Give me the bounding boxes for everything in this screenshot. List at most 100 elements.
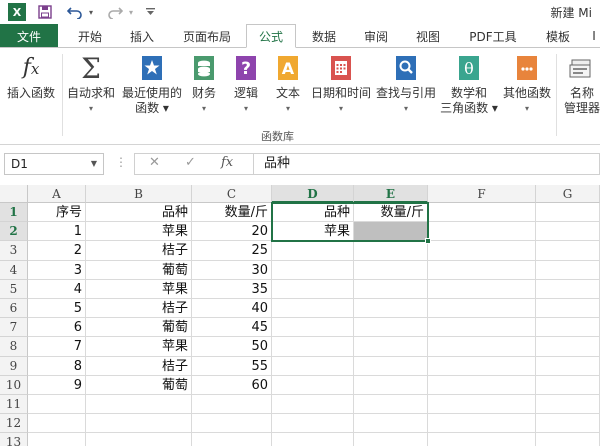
tab-overflow[interactable]: I: [588, 24, 600, 48]
cell-d6[interactable]: [272, 299, 354, 319]
tab-formulas[interactable]: 公式: [246, 24, 296, 48]
cell-e5[interactable]: [354, 279, 428, 299]
cell-c2[interactable]: 20: [192, 222, 272, 242]
cell-f6[interactable]: [428, 299, 536, 319]
column-header-f[interactable]: F: [428, 185, 536, 203]
cell-e4[interactable]: [354, 260, 428, 280]
insert-function-icon[interactable]: fx: [221, 155, 233, 170]
cell-b12[interactable]: [86, 414, 192, 434]
cell-c5[interactable]: 35: [192, 279, 272, 299]
cell-c11[interactable]: [192, 395, 272, 415]
row-header-3[interactable]: 3: [0, 241, 28, 261]
cancel-icon[interactable]: ✕: [149, 155, 160, 170]
tab-file[interactable]: 文件: [0, 24, 58, 48]
cell-c12[interactable]: [192, 414, 272, 434]
cell-f3[interactable]: [428, 241, 536, 261]
cell-g1[interactable]: [536, 203, 600, 223]
cell-b13[interactable]: [86, 433, 192, 446]
cell-b6[interactable]: 桔子: [86, 299, 192, 319]
cell-a2[interactable]: 1: [28, 222, 86, 242]
cell-g10[interactable]: [536, 375, 600, 395]
cell-f10[interactable]: [428, 375, 536, 395]
cell-g2[interactable]: [536, 222, 600, 242]
cell-d11[interactable]: [272, 395, 354, 415]
date-time-button[interactable]: 日期和时间 ▾: [310, 54, 372, 116]
cell-e1[interactable]: 数量/斤: [354, 203, 428, 223]
cell-f13[interactable]: [428, 433, 536, 446]
cell-b2[interactable]: 苹果: [86, 222, 192, 242]
name-box[interactable]: D1 ▼: [4, 153, 104, 175]
cell-f2[interactable]: [428, 222, 536, 242]
cell-b9[interactable]: 桔子: [86, 356, 192, 376]
cell-d5[interactable]: [272, 279, 354, 299]
enter-icon[interactable]: ✓: [185, 155, 196, 170]
cell-e12[interactable]: [354, 414, 428, 434]
name-box-dropdown-icon[interactable]: ▼: [91, 154, 97, 174]
row-header-6[interactable]: 6: [0, 299, 28, 319]
tab-insert[interactable]: 插入: [120, 24, 164, 48]
recently-used-button[interactable]: 最近使用的 函数 ▾: [120, 54, 184, 116]
row-header-9[interactable]: 9: [0, 356, 28, 376]
tab-view[interactable]: 视图: [406, 24, 450, 48]
cell-e2[interactable]: [354, 222, 428, 242]
lookup-reference-button[interactable]: 查找与引用 ▾: [374, 54, 438, 116]
cell-c7[interactable]: 45: [192, 318, 272, 338]
cell-g13[interactable]: [536, 433, 600, 446]
cell-a6[interactable]: 5: [28, 299, 86, 319]
cell-b7[interactable]: 葡萄: [86, 318, 192, 338]
fill-handle[interactable]: [425, 238, 431, 245]
row-header-2[interactable]: 2: [0, 222, 28, 242]
cell-a4[interactable]: 3: [28, 260, 86, 280]
text-button[interactable]: A 文本 ▾: [270, 54, 306, 116]
insert-function-button[interactable]: fx 插入函数: [4, 54, 58, 101]
cell-a3[interactable]: 2: [28, 241, 86, 261]
cell-b11[interactable]: [86, 395, 192, 415]
row-header-7[interactable]: 7: [0, 318, 28, 338]
cell-f1[interactable]: [428, 203, 536, 223]
cell-g5[interactable]: [536, 279, 600, 299]
undo-icon[interactable]: [66, 3, 84, 21]
cell-d4[interactable]: [272, 260, 354, 280]
row-header-12[interactable]: 12: [0, 414, 28, 434]
cell-b4[interactable]: 葡萄: [86, 260, 192, 280]
cell-a5[interactable]: 4: [28, 279, 86, 299]
cell-a13[interactable]: [28, 433, 86, 446]
cell-c6[interactable]: 40: [192, 299, 272, 319]
cell-g7[interactable]: [536, 318, 600, 338]
column-header-c[interactable]: C: [192, 185, 272, 203]
cell-g3[interactable]: [536, 241, 600, 261]
cell-a1[interactable]: 序号: [28, 203, 86, 223]
row-header-10[interactable]: 10: [0, 375, 28, 395]
tab-review[interactable]: 审阅: [354, 24, 398, 48]
cell-f9[interactable]: [428, 356, 536, 376]
formula-bar-splitter-icon[interactable]: ⋮: [115, 155, 127, 169]
name-manager-button[interactable]: 名称 管理器: [560, 54, 600, 116]
row-header-4[interactable]: 4: [0, 260, 28, 280]
cell-e11[interactable]: [354, 395, 428, 415]
tab-data[interactable]: 数据: [302, 24, 346, 48]
cell-d8[interactable]: [272, 337, 354, 357]
cell-d3[interactable]: [272, 241, 354, 261]
more-functions-button[interactable]: 其他函数 ▾: [500, 54, 554, 116]
cell-a11[interactable]: [28, 395, 86, 415]
cell-g8[interactable]: [536, 337, 600, 357]
column-header-g[interactable]: G: [536, 185, 600, 203]
tab-home[interactable]: 开始: [68, 24, 112, 48]
financial-button[interactable]: 财务 ▾: [186, 54, 222, 116]
cell-c1[interactable]: 数量/斤: [192, 203, 272, 223]
tab-pdf-tools[interactable]: PDF工具: [462, 24, 524, 48]
cell-d2[interactable]: 苹果: [272, 222, 354, 242]
math-trig-button[interactable]: θ 数学和 三角函数 ▾: [440, 54, 498, 116]
cell-e9[interactable]: [354, 356, 428, 376]
cell-g12[interactable]: [536, 414, 600, 434]
cell-d13[interactable]: [272, 433, 354, 446]
cell-b10[interactable]: 葡萄: [86, 375, 192, 395]
cell-c8[interactable]: 50: [192, 337, 272, 357]
cell-a9[interactable]: 8: [28, 356, 86, 376]
cell-e7[interactable]: [354, 318, 428, 338]
cell-a7[interactable]: 6: [28, 318, 86, 338]
column-header-a[interactable]: A: [28, 185, 86, 203]
row-header-1[interactable]: 1: [0, 203, 28, 223]
customize-toolbar-icon[interactable]: [144, 3, 156, 21]
cell-a10[interactable]: 9: [28, 375, 86, 395]
